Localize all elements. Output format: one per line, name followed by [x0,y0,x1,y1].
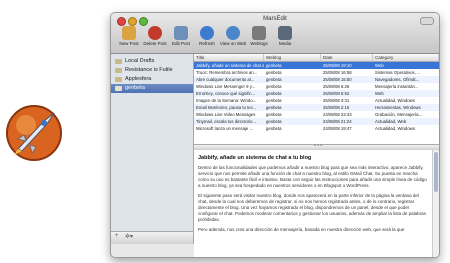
scroll-thumb[interactable] [434,152,438,192]
window-title: MarsEdit [263,16,287,22]
weblogs-icon [252,26,266,40]
toolbar-toggle-button[interactable] [420,17,434,25]
blog-icon [115,77,122,82]
column-header-category[interactable]: Category [373,54,439,62]
sidebar-item-resistance[interactable]: Resistance is Futile [111,66,193,75]
table-row[interactable]: Microsoft lanza un mensaje ... genbeta 2… [194,125,439,132]
sidebar-footer: + ✲▾ [111,231,193,244]
marsedit-app-icon [6,105,62,161]
table-row[interactable]: Jabbify, añade un sistema de chat a... g… [194,62,439,69]
table-row[interactable]: Abre cualquier documento al... genbeta 2… [194,76,439,83]
weblog-sidebar: Local Drafts Resistance is Futile Apples… [111,54,194,244]
media-icon [278,26,292,40]
table-row[interactable]: Truoc: Remembra archivos an... genbeta 2… [194,69,439,76]
table-row[interactable]: Email Monitoren, pausa tu tec... genbeta… [194,104,439,111]
sidebar-item-local-drafts[interactable]: Local Drafts [111,57,193,66]
refresh-icon [200,26,214,40]
table-row[interactable]: ErrorKey, conoce qué signific... genbeta… [194,90,439,97]
view-on-web-icon [226,26,240,40]
action-menu-button[interactable]: ✲▾ [125,233,133,240]
media-button[interactable]: Media [271,26,299,52]
new-post-button[interactable]: New Post [115,26,143,52]
blog-icon [115,86,122,91]
preview-title: Jabbify, añade un sistema de chat a tu b… [198,155,312,161]
add-button[interactable]: + [115,233,119,239]
blog-icon [115,68,122,73]
post-preview: Jabbify, añade un sistema de chat a tu b… [194,150,433,257]
sidebar-item-genbeta[interactable]: genbeta [111,84,193,93]
table-row[interactable]: Imagen de la Semana: Windo... genbeta 25… [194,97,439,104]
post-list-table: Title Weblog Date Category Jabbify, añad… [194,54,439,144]
titlebar: MarsEdit New Post Delete Post Edit Post … [111,13,439,54]
view-on-web-button[interactable]: View on Web [219,26,247,52]
column-header-date[interactable]: Date [321,54,373,62]
drag-handle-icon: • • • [314,143,323,149]
preview-paragraph: El siguiente paso será visitar nuestro b… [198,193,426,222]
refresh-button[interactable]: Refresh [193,26,221,52]
delete-post-icon [148,26,162,40]
sidebar-item-applesfera[interactable]: Applesfera [111,75,193,84]
table-row[interactable]: Tinymail, escala tus directorio... genbe… [194,118,439,125]
preview-paragraph: Dentro de las funcionalidades que podemo… [198,165,427,188]
edit-post-icon [174,26,188,40]
column-header-weblog[interactable]: Weblog [264,54,321,62]
preview-paragraph: Pero además, nos crea una dirección de m… [198,227,405,232]
marsedit-window: MarsEdit New Post Delete Post Edit Post … [110,12,440,258]
new-post-icon [122,26,136,40]
table-row[interactable]: Windows Live Video Messages genbeta 24/0… [194,111,439,118]
column-header-title[interactable]: Title [194,54,264,62]
delete-post-button[interactable]: Delete Post [141,26,169,52]
preview-scrollbar[interactable] [432,150,439,257]
table-row[interactable]: Windows Live Messenger 9 y... genbeta 25… [194,83,439,90]
folder-icon [115,59,122,64]
weblogs-button[interactable]: Weblogs [245,26,273,52]
edit-post-button[interactable]: Edit Post [167,26,195,52]
